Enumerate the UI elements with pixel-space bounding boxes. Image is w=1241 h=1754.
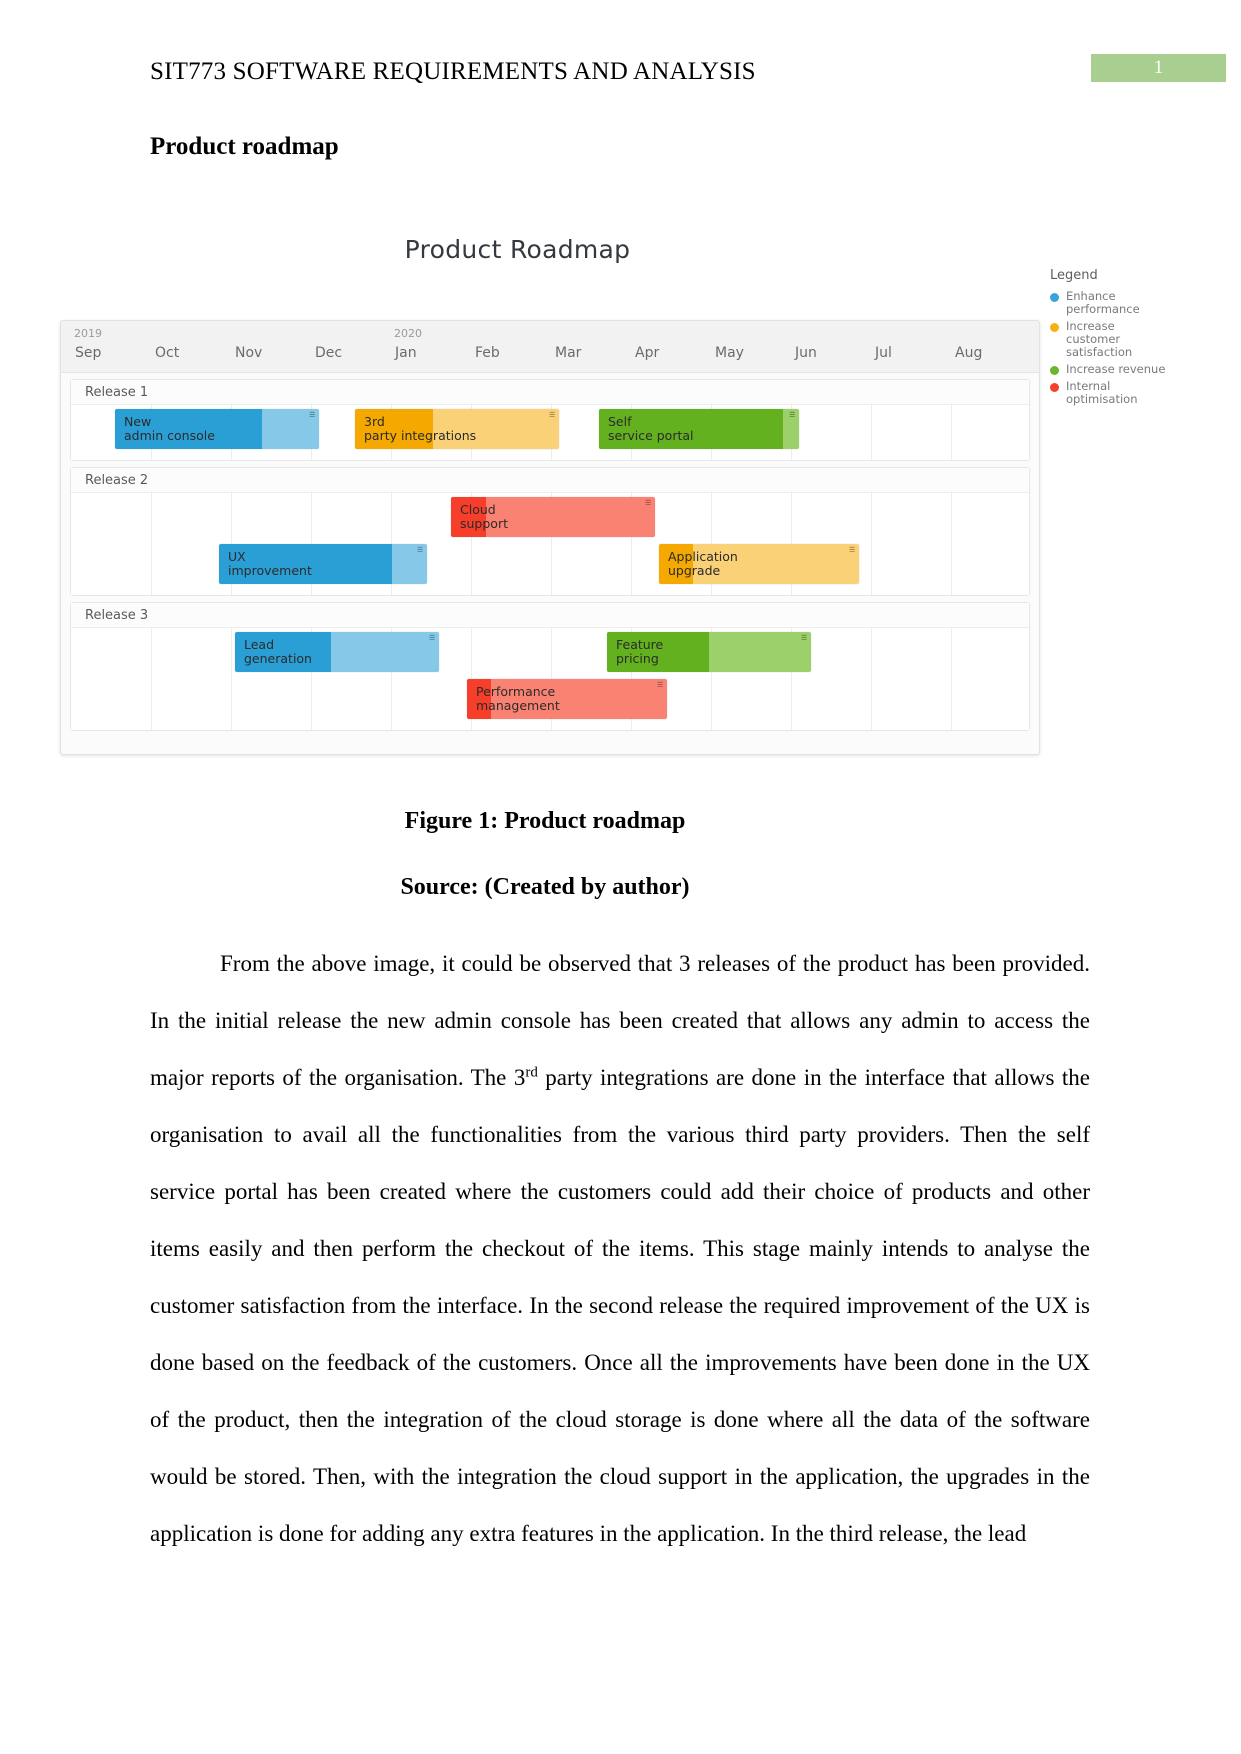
ordinal-suffix: rd (525, 1064, 538, 1081)
task-label: Self service portal (608, 414, 694, 443)
roadmap-task-bar[interactable]: Self service portal ☰ (599, 409, 799, 449)
legend-item-label: Enhance performance (1066, 289, 1140, 316)
task-resize-handle[interactable]: ☰ (849, 547, 855, 554)
task-label: Application upgrade (668, 549, 738, 578)
legend-item[interactable]: Enhance performance (1050, 290, 1230, 316)
task-resize-handle[interactable]: ☰ (789, 412, 795, 419)
task-resize-handle[interactable]: ☰ (309, 412, 315, 419)
timeline-month[interactable]: Mar (555, 345, 581, 361)
roadmap-task-bar[interactable]: Lead generation ☰ (235, 632, 439, 672)
release-lane: Cloud support ☰ UX improvement ☰ Application… (71, 493, 1029, 595)
timeline-year: 2019 (74, 327, 102, 340)
figure-source: Source: (Created by author) (400, 874, 690, 900)
roadmap-task-bar[interactable]: Cloud support ☰ (451, 497, 655, 537)
document-page: SIT773 SOFTWARE REQUIREMENTS AND ANALYSI… (0, 0, 1241, 1754)
release-label-text: Release 3 (85, 607, 149, 623)
task-label: Lead generation (244, 637, 312, 666)
legend-item[interactable]: Increase revenue (1050, 363, 1230, 376)
release-label[interactable]: Release 1 (71, 380, 1029, 405)
document-header: SIT773 SOFTWARE REQUIREMENTS AND ANALYSI… (150, 58, 1111, 98)
chart-legend: Legend Enhance performance Increase custo… (1050, 268, 1230, 410)
legend-color-dot (1050, 366, 1059, 375)
timeline-month[interactable]: Sep (75, 345, 101, 361)
release-group: Release 2 Cloud support ☰ UX improvement ☰ Ap… (70, 467, 1030, 596)
gridline (951, 405, 952, 460)
task-label: New admin console (124, 414, 215, 443)
task-label: 3rd party integrations (364, 414, 477, 443)
task-label: Performance management (476, 684, 560, 713)
legend-color-dot (1050, 293, 1059, 302)
release-label-text: Release 2 (85, 472, 149, 488)
timeline-month[interactable]: Dec (315, 345, 342, 361)
figure-caption: Figure 1: Product roadmap (404, 808, 686, 834)
timeline-header: 2019 2020 Sep Oct Nov Dec Jan Feb Mar Apr May Jun Ju… (61, 321, 1039, 373)
legend-items: Enhance performance Increase customer sat… (1050, 290, 1230, 406)
task-label: Cloud support (460, 502, 508, 531)
timeline-month[interactable]: Apr (635, 345, 659, 361)
paragraph-part-2: party integrations are done in the inter… (150, 1065, 1090, 1546)
task-label: UX improvement (228, 549, 312, 578)
timeline-month[interactable]: Nov (235, 345, 262, 361)
timeline-month[interactable]: Aug (955, 345, 982, 361)
legend-item-label: Increase revenue (1066, 362, 1166, 376)
legend-item-label: Increase customer satisfaction (1066, 319, 1133, 359)
task-label: Feature pricing (616, 637, 664, 666)
gridline (871, 405, 872, 460)
gridline (151, 493, 152, 595)
releases-container: Release 1 New admin console ☰ 3rd party int… (61, 379, 1039, 731)
release-group: Release 1 New admin console ☰ 3rd party int… (70, 379, 1030, 461)
page-title: Product roadmap (150, 133, 339, 160)
roadmap-task-bar[interactable]: Performance management ☰ (467, 679, 667, 719)
timeline-year: 2020 (394, 327, 422, 340)
legend-item[interactable]: Internal optimisation (1050, 380, 1230, 406)
timeline-month[interactable]: Jan (395, 345, 417, 361)
roadmap-task-bar[interactable]: Application upgrade ☰ (659, 544, 859, 584)
roadmap-chart: 2019 2020 Sep Oct Nov Dec Jan Feb Mar Apr May Jun Ju… (60, 320, 1040, 755)
task-resize-handle[interactable]: ☰ (645, 500, 651, 507)
roadmap-task-bar[interactable]: 3rd party integrations ☰ (355, 409, 559, 449)
task-resize-handle[interactable]: ☰ (801, 635, 807, 642)
release-label-text: Release 1 (85, 384, 149, 400)
roadmap-task-bar[interactable]: New admin console ☰ (115, 409, 319, 449)
legend-title: Legend (1050, 268, 1098, 283)
release-group: Release 3 Lead generation ☰ Feature pricing… (70, 602, 1030, 731)
task-resize-handle[interactable]: ☰ (657, 682, 663, 689)
roadmap-task-bar[interactable]: UX improvement ☰ (219, 544, 427, 584)
gridline (951, 493, 952, 595)
gridline (871, 628, 872, 730)
legend-color-dot (1050, 323, 1059, 332)
legend-item[interactable]: Increase customer satisfaction (1050, 320, 1230, 359)
release-lane: Lead generation ☰ Feature pricing ☰ Performa… (71, 628, 1029, 730)
task-resize-handle[interactable]: ☰ (549, 412, 555, 419)
release-label[interactable]: Release 2 (71, 468, 1029, 493)
page-number-badge: 1 (1091, 54, 1226, 82)
timeline-month[interactable]: Oct (155, 345, 179, 361)
roadmap-figure: Product Roadmap 2019 2020 Sep Oct Nov Dec Jan F… (0, 235, 1241, 755)
gridline (231, 628, 232, 730)
roadmap-task-bar[interactable]: Feature pricing ☰ (607, 632, 811, 672)
body-paragraph: From the above image, it could be observ… (150, 935, 1090, 1562)
timeline-month[interactable]: Feb (475, 345, 500, 361)
timeline-month[interactable]: Jun (795, 345, 817, 361)
gridline (871, 493, 872, 595)
page-number: 1 (1153, 57, 1164, 78)
timeline-month[interactable]: Jul (875, 345, 892, 361)
legend-color-dot (1050, 383, 1059, 392)
release-lane: New admin console ☰ 3rd party integrations… (71, 405, 1029, 460)
gridline (951, 628, 952, 730)
course-title: SIT773 SOFTWARE REQUIREMENTS AND ANALYSI… (150, 58, 756, 85)
release-label[interactable]: Release 3 (71, 603, 1029, 628)
chart-title: Product Roadmap (404, 235, 631, 264)
task-resize-handle[interactable]: ☰ (417, 547, 423, 554)
gridline (151, 628, 152, 730)
timeline-month[interactable]: May (715, 345, 744, 361)
legend-item-label: Internal optimisation (1066, 379, 1138, 406)
task-resize-handle[interactable]: ☰ (429, 635, 435, 642)
